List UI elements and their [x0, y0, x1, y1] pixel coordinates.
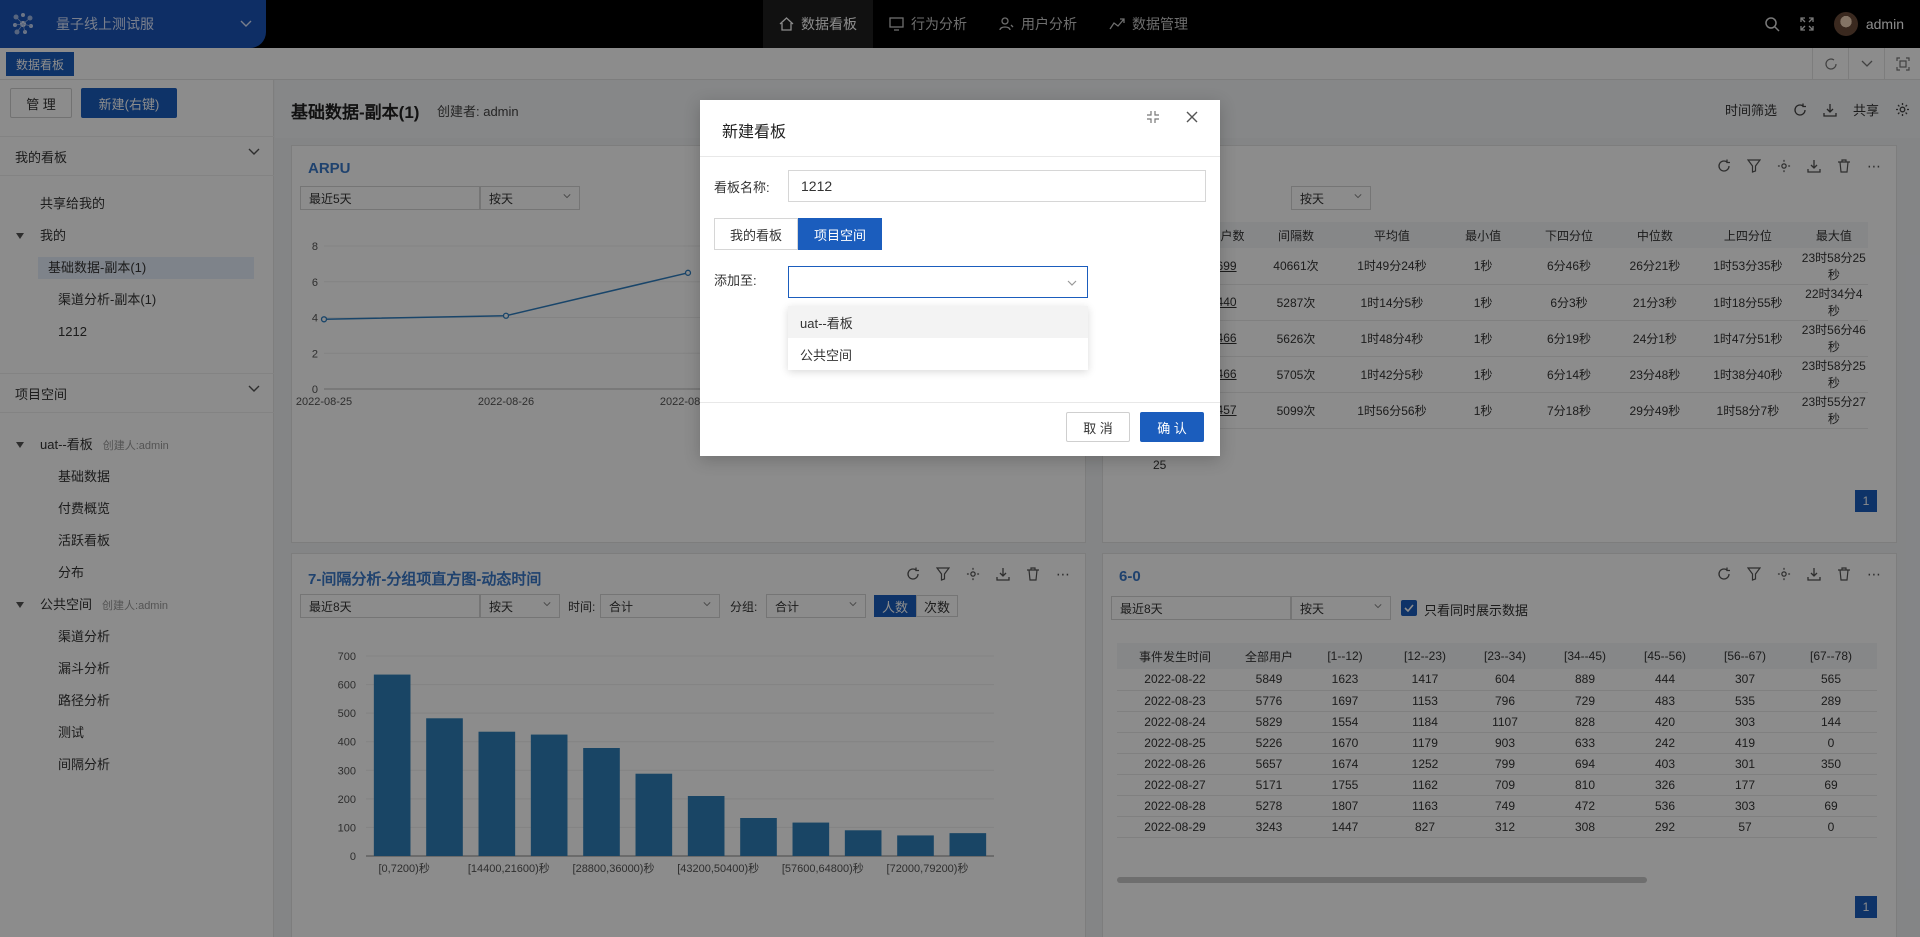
tab-my-boards[interactable]: 我的看板: [714, 218, 799, 250]
tab-project-space[interactable]: 项目空间: [798, 218, 883, 250]
option-uat-board[interactable]: uat--看板: [788, 306, 1088, 338]
target-type-toggle: 我的看板 项目空间: [714, 218, 883, 250]
add-to-label: 添加至:: [714, 273, 757, 288]
close-icon[interactable]: [1185, 110, 1199, 127]
new-board-dialog: 新建看板 看板名称: 1212 我的看板 项目空间 添加至: uat--看板 公…: [700, 100, 1220, 456]
add-to-options: uat--看板 公共空间: [788, 306, 1088, 370]
cancel-button[interactable]: 取 消: [1066, 412, 1130, 442]
confirm-button[interactable]: 确 认: [1140, 412, 1204, 442]
option-public-space[interactable]: 公共空间: [788, 338, 1088, 370]
divider: [700, 402, 1220, 403]
maximize-icon[interactable]: [1146, 110, 1160, 127]
add-to-select[interactable]: [788, 266, 1088, 298]
chevron-down-icon: [1067, 280, 1077, 286]
board-name-input[interactable]: 1212: [788, 170, 1206, 202]
dialog-title: 新建看板: [722, 124, 787, 141]
divider: [700, 156, 1220, 157]
board-name-label: 看板名称:: [714, 180, 770, 195]
